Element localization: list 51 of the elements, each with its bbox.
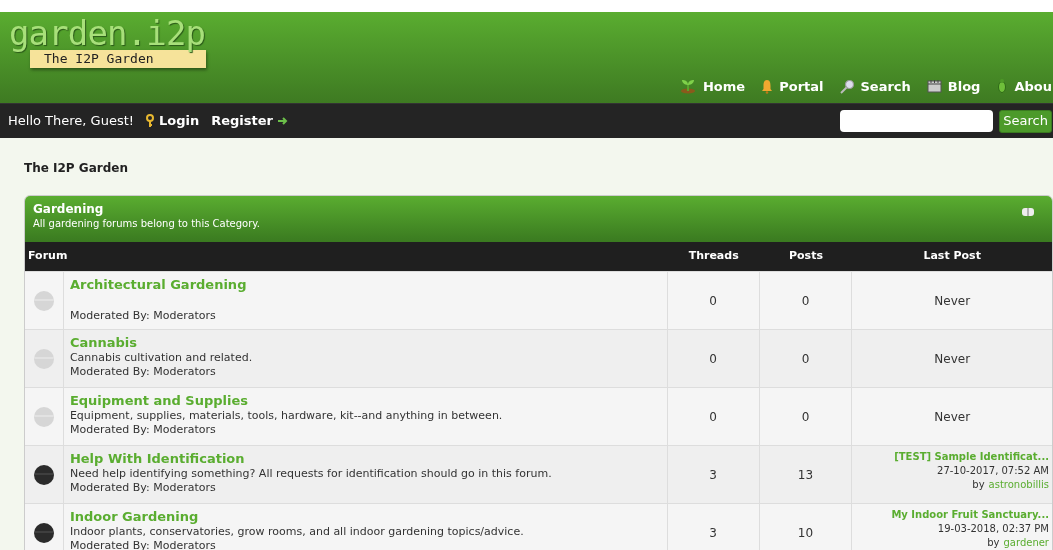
post-count: 10 <box>759 504 853 550</box>
column-header: Threads <box>687 248 740 265</box>
thread-count: 3 <box>667 504 760 550</box>
nav-link[interactable]: Blog <box>926 76 981 96</box>
collapse-icon[interactable] <box>1022 208 1034 216</box>
search-button[interactable]: Search <box>999 109 1052 133</box>
nav-link[interactable]: Portal <box>761 76 824 96</box>
bell-icon <box>761 78 774 94</box>
forum-moderators: Moderated By: Moderators <box>69 309 217 323</box>
category-description: All gardening forums belong to this Category. <box>33 217 261 230</box>
forum-title-link[interactable]: Help With Identification <box>69 451 661 467</box>
login-link[interactable]: Login <box>146 111 200 131</box>
author-link[interactable]: astronobillis <box>988 478 1049 492</box>
by-label: by <box>972 478 985 492</box>
bug-icon <box>996 78 1009 95</box>
forum-description: Equipment, supplies, materials, tools, hardware, kit--and anything in between. <box>69 409 504 423</box>
breadcrumb-link[interactable]: The I2P Garden <box>24 159 1053 195</box>
register-link[interactable]: Register <box>211 111 288 131</box>
search-field[interactable] <box>840 110 994 132</box>
last-post-link[interactable]: [TEST] Sample Identificat... <box>894 450 1049 464</box>
search-icon <box>839 78 855 94</box>
forum-moderators: Moderated By: Moderators <box>69 481 217 495</box>
forum-description: Need help identifying something? All requests for identification should go in this forum. <box>69 467 553 481</box>
arrow-icon <box>278 117 288 125</box>
key-icon <box>146 114 154 128</box>
by-label: by <box>987 536 1000 550</box>
category-title[interactable]: Gardening <box>33 202 261 217</box>
forum-description: Cannabis cultivation and related. <box>69 351 254 365</box>
last-post-date: 19-03-2018, 02:37 PM <box>937 522 1049 536</box>
column-header: Forum <box>27 248 69 265</box>
last-post-never: Never <box>934 292 971 310</box>
last-post-date: 27-10-2017, 07:52 AM <box>937 464 1049 478</box>
nav-link[interactable]: Search <box>839 76 911 96</box>
forum-title-link[interactable]: Indoor Gardening <box>69 509 661 525</box>
greeting-text: Hello There, Guest! <box>8 112 134 131</box>
nav-link[interactable]: Abou <box>996 76 1052 96</box>
forum-moderators: Moderated By: Moderators <box>69 365 217 379</box>
last-post-never: Never <box>934 408 971 426</box>
column-header: Posts <box>788 248 824 265</box>
calendar-icon <box>926 79 942 94</box>
sprout-icon <box>679 78 697 95</box>
last-post-never: Never <box>934 350 971 368</box>
forum-title-link[interactable]: Equipment and Supplies <box>69 393 661 409</box>
author-link[interactable]: gardener <box>1003 536 1049 550</box>
forum-title-link[interactable]: Cannabis <box>69 335 661 351</box>
column-header: Last Post <box>922 248 982 265</box>
forum-moderators: Moderated By: Moderators <box>69 423 217 437</box>
forum-description: Indoor plants, conservatories, grow rooms, and all indoor gardening topics/advice. <box>69 525 525 539</box>
last-post-link[interactable]: My Indoor Fruit Sanctuary... <box>891 508 1049 522</box>
forum-title-link[interactable]: Architectural Gardening <box>69 277 661 293</box>
nav-link[interactable]: Home <box>679 76 746 96</box>
